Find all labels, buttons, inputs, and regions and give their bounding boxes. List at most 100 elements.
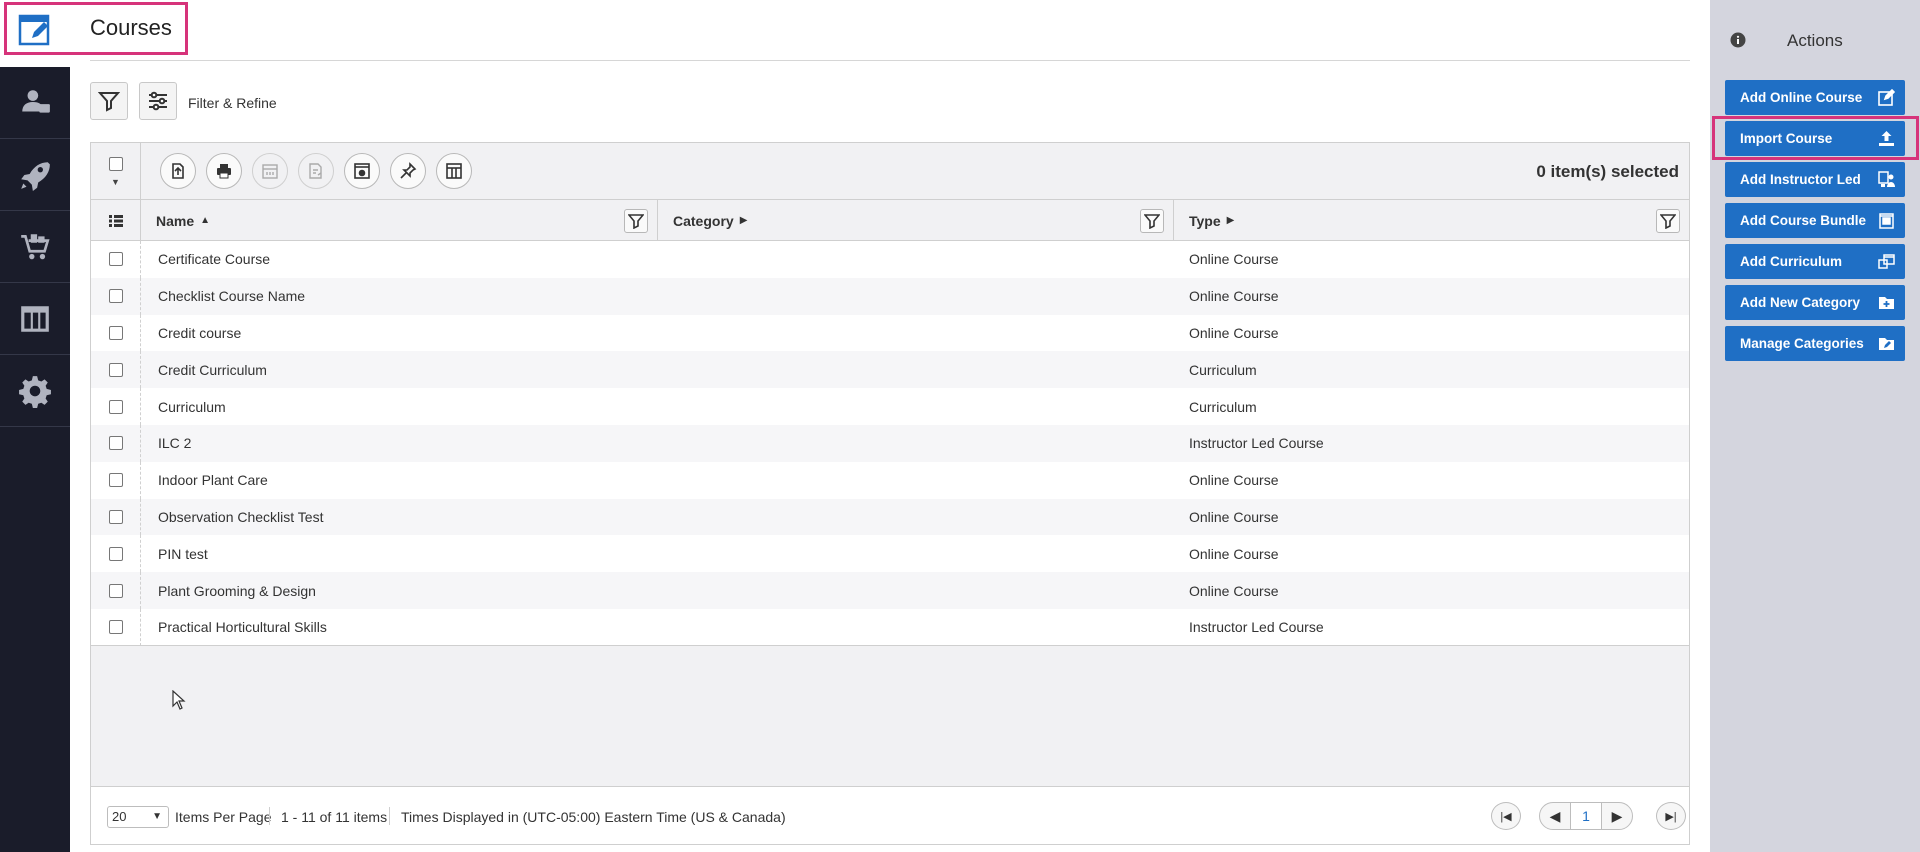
- prev-page-button[interactable]: ◀: [1540, 803, 1570, 829]
- row-checkbox[interactable]: [108, 583, 123, 598]
- folder-edit-icon: [1879, 338, 1894, 350]
- name-column-filter[interactable]: [624, 209, 648, 233]
- category-column-filter[interactable]: [1140, 209, 1164, 233]
- column-label-name: Name: [156, 212, 195, 229]
- page-nav-group: ◀ 1 ▶: [1539, 802, 1633, 830]
- add-curriculum-button[interactable]: Add Curriculum: [1725, 244, 1905, 279]
- last-page-button[interactable]: ▶|: [1656, 802, 1686, 830]
- info-icon[interactable]: [1730, 32, 1746, 48]
- course-name[interactable]: PIN test: [158, 546, 208, 562]
- columns-button[interactable]: [436, 153, 472, 189]
- filter-button[interactable]: [90, 82, 128, 120]
- pager-separator: [269, 807, 270, 825]
- funnel-icon: [98, 92, 120, 112]
- mouse-cursor-icon: [172, 690, 186, 710]
- column-header-category[interactable]: Category ▶: [658, 200, 1174, 241]
- list-edit-icon: [309, 163, 322, 179]
- table-row[interactable]: Practical Horticultural Skills Instructor…: [91, 608, 1689, 646]
- table-row[interactable]: Credit course Online Course: [91, 314, 1689, 352]
- course-name[interactable]: Credit course: [158, 325, 241, 341]
- page-size-select[interactable]: 20 ▼: [107, 806, 169, 828]
- last-page-icon: ▶|: [1665, 810, 1677, 823]
- course-name[interactable]: Curriculum: [158, 399, 226, 415]
- first-page-button[interactable]: |◀: [1491, 802, 1521, 830]
- instructor-icon: [1878, 171, 1895, 187]
- chevron-down-icon[interactable]: ▼: [111, 177, 120, 187]
- pager-bar: 20 ▼ Items Per Page 1 - 11 of 11 items T…: [91, 786, 1689, 844]
- timezone-label: Times Displayed in (UTC-05:00) Eastern T…: [401, 809, 786, 825]
- sliders-icon: [149, 91, 167, 111]
- row-checkbox[interactable]: [108, 620, 123, 635]
- course-name[interactable]: Indoor Plant Care: [158, 472, 268, 488]
- course-type: Online Course: [1189, 472, 1279, 489]
- next-page-button[interactable]: ▶: [1602, 803, 1632, 829]
- add-new-category-button[interactable]: Add New Category: [1725, 285, 1905, 320]
- actions-title: Actions: [1787, 31, 1843, 50]
- row-checkbox[interactable]: [108, 436, 123, 451]
- browser-settings-button[interactable]: [344, 153, 380, 189]
- type-column-filter[interactable]: [1656, 209, 1680, 233]
- column-header-name[interactable]: Name ▲: [141, 200, 658, 241]
- add-course-bundle-button[interactable]: Add Course Bundle: [1725, 203, 1905, 238]
- action-label: Add New Category: [1740, 295, 1861, 310]
- nav-item-settings[interactable]: [0, 355, 70, 427]
- course-name[interactable]: Credit Curriculum: [158, 362, 267, 378]
- print-button[interactable]: [206, 153, 242, 189]
- items-per-page-label: Items Per Page: [175, 809, 272, 825]
- course-type: Instructor Led Course: [1189, 435, 1324, 452]
- course-type: Curriculum: [1189, 361, 1257, 378]
- table-row[interactable]: Plant Grooming & Design Online Course: [91, 572, 1689, 609]
- page-size-value: 20: [112, 809, 127, 824]
- table-row[interactable]: Certificate Course Online Course: [91, 241, 1689, 278]
- column-menu-cell[interactable]: [91, 200, 141, 241]
- first-page-icon: |◀: [1500, 810, 1512, 823]
- table-row[interactable]: ILC 2 Instructor Led Course: [91, 424, 1689, 462]
- course-name[interactable]: ILC 2: [158, 435, 191, 451]
- table-row[interactable]: Observation Checklist Test Online Course: [91, 498, 1689, 536]
- nav-item-columns[interactable]: [0, 283, 70, 355]
- table-row[interactable]: PIN test Online Course: [91, 535, 1689, 573]
- chevron-down-icon: ▼: [152, 811, 162, 822]
- calendar-button[interactable]: [252, 153, 288, 189]
- row-checkbox[interactable]: [108, 252, 123, 267]
- list-icon[interactable]: [108, 214, 123, 228]
- list-edit-button[interactable]: [298, 153, 334, 189]
- add-instructor-led-button[interactable]: Add Instructor Led: [1725, 162, 1905, 197]
- table-row[interactable]: Curriculum Curriculum: [91, 388, 1689, 425]
- page-title: Courses: [90, 15, 172, 40]
- row-checkbox[interactable]: [108, 325, 123, 340]
- table-row[interactable]: Checklist Course Name Online Course: [91, 277, 1689, 315]
- manage-categories-button[interactable]: Manage Categories: [1725, 326, 1905, 361]
- caret-left-icon: ◀: [1549, 807, 1561, 824]
- course-name[interactable]: Plant Grooming & Design: [158, 583, 316, 599]
- selected-count: 0 item(s) selected: [1536, 162, 1679, 181]
- row-checkbox[interactable]: [108, 362, 123, 377]
- course-name[interactable]: Checklist Course Name: [158, 288, 305, 304]
- pin-button[interactable]: [390, 153, 426, 189]
- course-type: Online Course: [1189, 508, 1279, 525]
- row-checkbox[interactable]: [108, 399, 123, 414]
- course-name[interactable]: Certificate Course: [158, 251, 270, 267]
- add-online-course-button[interactable]: Add Online Course: [1725, 80, 1905, 115]
- funnel-icon: [1660, 214, 1676, 229]
- folder-plus-icon: [1879, 297, 1894, 309]
- course-name[interactable]: Practical Horticultural Skills: [158, 619, 327, 635]
- nav-item-launch[interactable]: [0, 139, 70, 211]
- export-button[interactable]: [160, 153, 196, 189]
- row-checkbox[interactable]: [108, 473, 123, 488]
- row-checkbox[interactable]: [108, 289, 123, 304]
- row-checkbox[interactable]: [108, 509, 123, 524]
- row-checkbox[interactable]: [108, 546, 123, 561]
- select-all-checkbox[interactable]: [109, 157, 123, 171]
- nav-item-users[interactable]: [0, 67, 70, 139]
- course-name[interactable]: Observation Checklist Test: [158, 509, 323, 525]
- column-header-type[interactable]: Type ▶: [1174, 200, 1689, 241]
- current-page[interactable]: 1: [1570, 803, 1602, 829]
- course-type: Online Course: [1189, 324, 1279, 341]
- select-all-cell[interactable]: ▼: [91, 143, 141, 200]
- nav-item-cart[interactable]: [0, 211, 70, 283]
- table-row[interactable]: Indoor Plant Care Online Course: [91, 461, 1689, 499]
- table-row[interactable]: Credit Curriculum Curriculum: [91, 351, 1689, 389]
- course-type: Online Course: [1189, 545, 1279, 562]
- refine-button[interactable]: [139, 82, 177, 120]
